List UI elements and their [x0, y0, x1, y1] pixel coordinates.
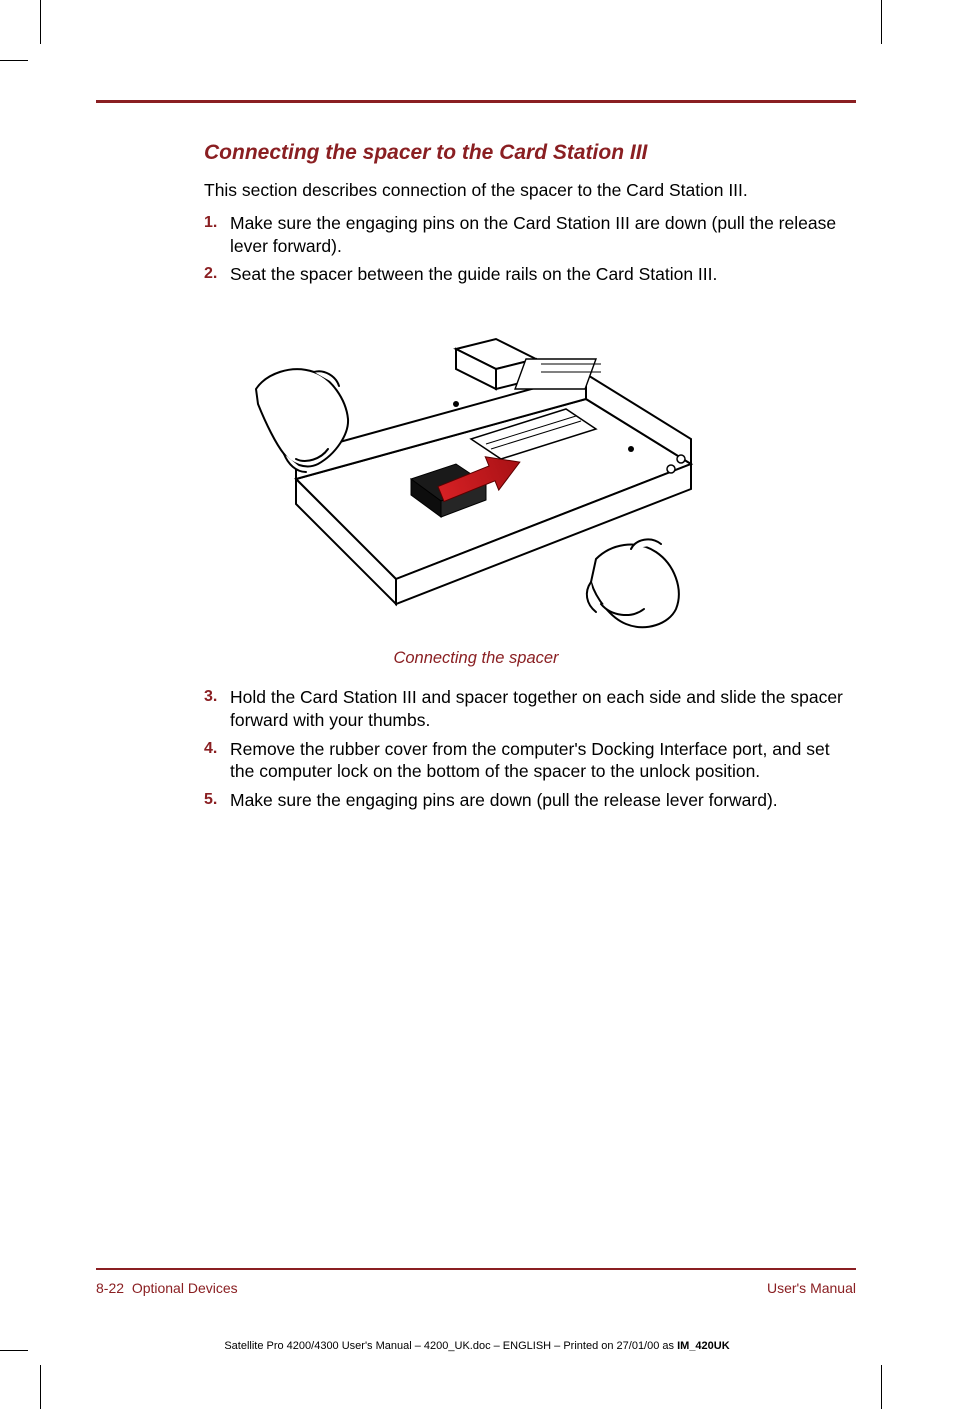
- footer-right: User's Manual: [767, 1280, 856, 1296]
- section-intro: This section describes connection of the…: [204, 179, 856, 202]
- list-item: 3. Hold the Card Station III and spacer …: [204, 686, 856, 732]
- step-number: 5.: [204, 789, 230, 811]
- imprint-code: IM_420UK: [677, 1340, 730, 1352]
- step-number: 3.: [204, 686, 230, 708]
- chapter-name: Optional Devices: [132, 1280, 238, 1296]
- page-number: 8-22: [96, 1280, 124, 1296]
- figure: Connecting the spacer: [96, 304, 856, 668]
- steps-top: 1. Make sure the engaging pins on the Ca…: [204, 212, 856, 286]
- step-number: 1.: [204, 212, 230, 234]
- cropmark: [881, 0, 882, 44]
- figure-caption: Connecting the spacer: [96, 649, 856, 668]
- page-content: Connecting the spacer to the Card Statio…: [96, 100, 856, 818]
- list-item: 2. Seat the spacer between the guide rai…: [204, 263, 856, 286]
- spacer-illustration-icon: [236, 304, 716, 634]
- imprint-text: Satellite Pro 4200/4300 User's Manual – …: [224, 1340, 677, 1352]
- footer-left: 8-22 Optional Devices: [96, 1280, 238, 1296]
- step-number: 4.: [204, 738, 230, 760]
- cropmark: [0, 60, 28, 61]
- steps-bottom: 3. Hold the Card Station III and spacer …: [204, 686, 856, 812]
- cropmark: [881, 1365, 882, 1409]
- cropmark: [40, 1365, 41, 1409]
- cropmark: [40, 0, 41, 44]
- step-text: Hold the Card Station III and spacer tog…: [230, 686, 856, 732]
- list-item: 5. Make sure the engaging pins are down …: [204, 789, 856, 812]
- list-item: 1. Make sure the engaging pins on the Ca…: [204, 212, 856, 258]
- step-text: Make sure the engaging pins are down (pu…: [230, 789, 778, 812]
- header-rule: [96, 100, 856, 103]
- list-item: 4. Remove the rubber cover from the comp…: [204, 738, 856, 784]
- step-text: Make sure the engaging pins on the Card …: [230, 212, 856, 258]
- imprint-line: Satellite Pro 4200/4300 User's Manual – …: [0, 1340, 954, 1352]
- section-title: Connecting the spacer to the Card Statio…: [204, 141, 856, 165]
- step-number: 2.: [204, 263, 230, 285]
- step-text: Remove the rubber cover from the compute…: [230, 738, 856, 784]
- footer-rule: [96, 1268, 856, 1270]
- step-text: Seat the spacer between the guide rails …: [230, 263, 717, 286]
